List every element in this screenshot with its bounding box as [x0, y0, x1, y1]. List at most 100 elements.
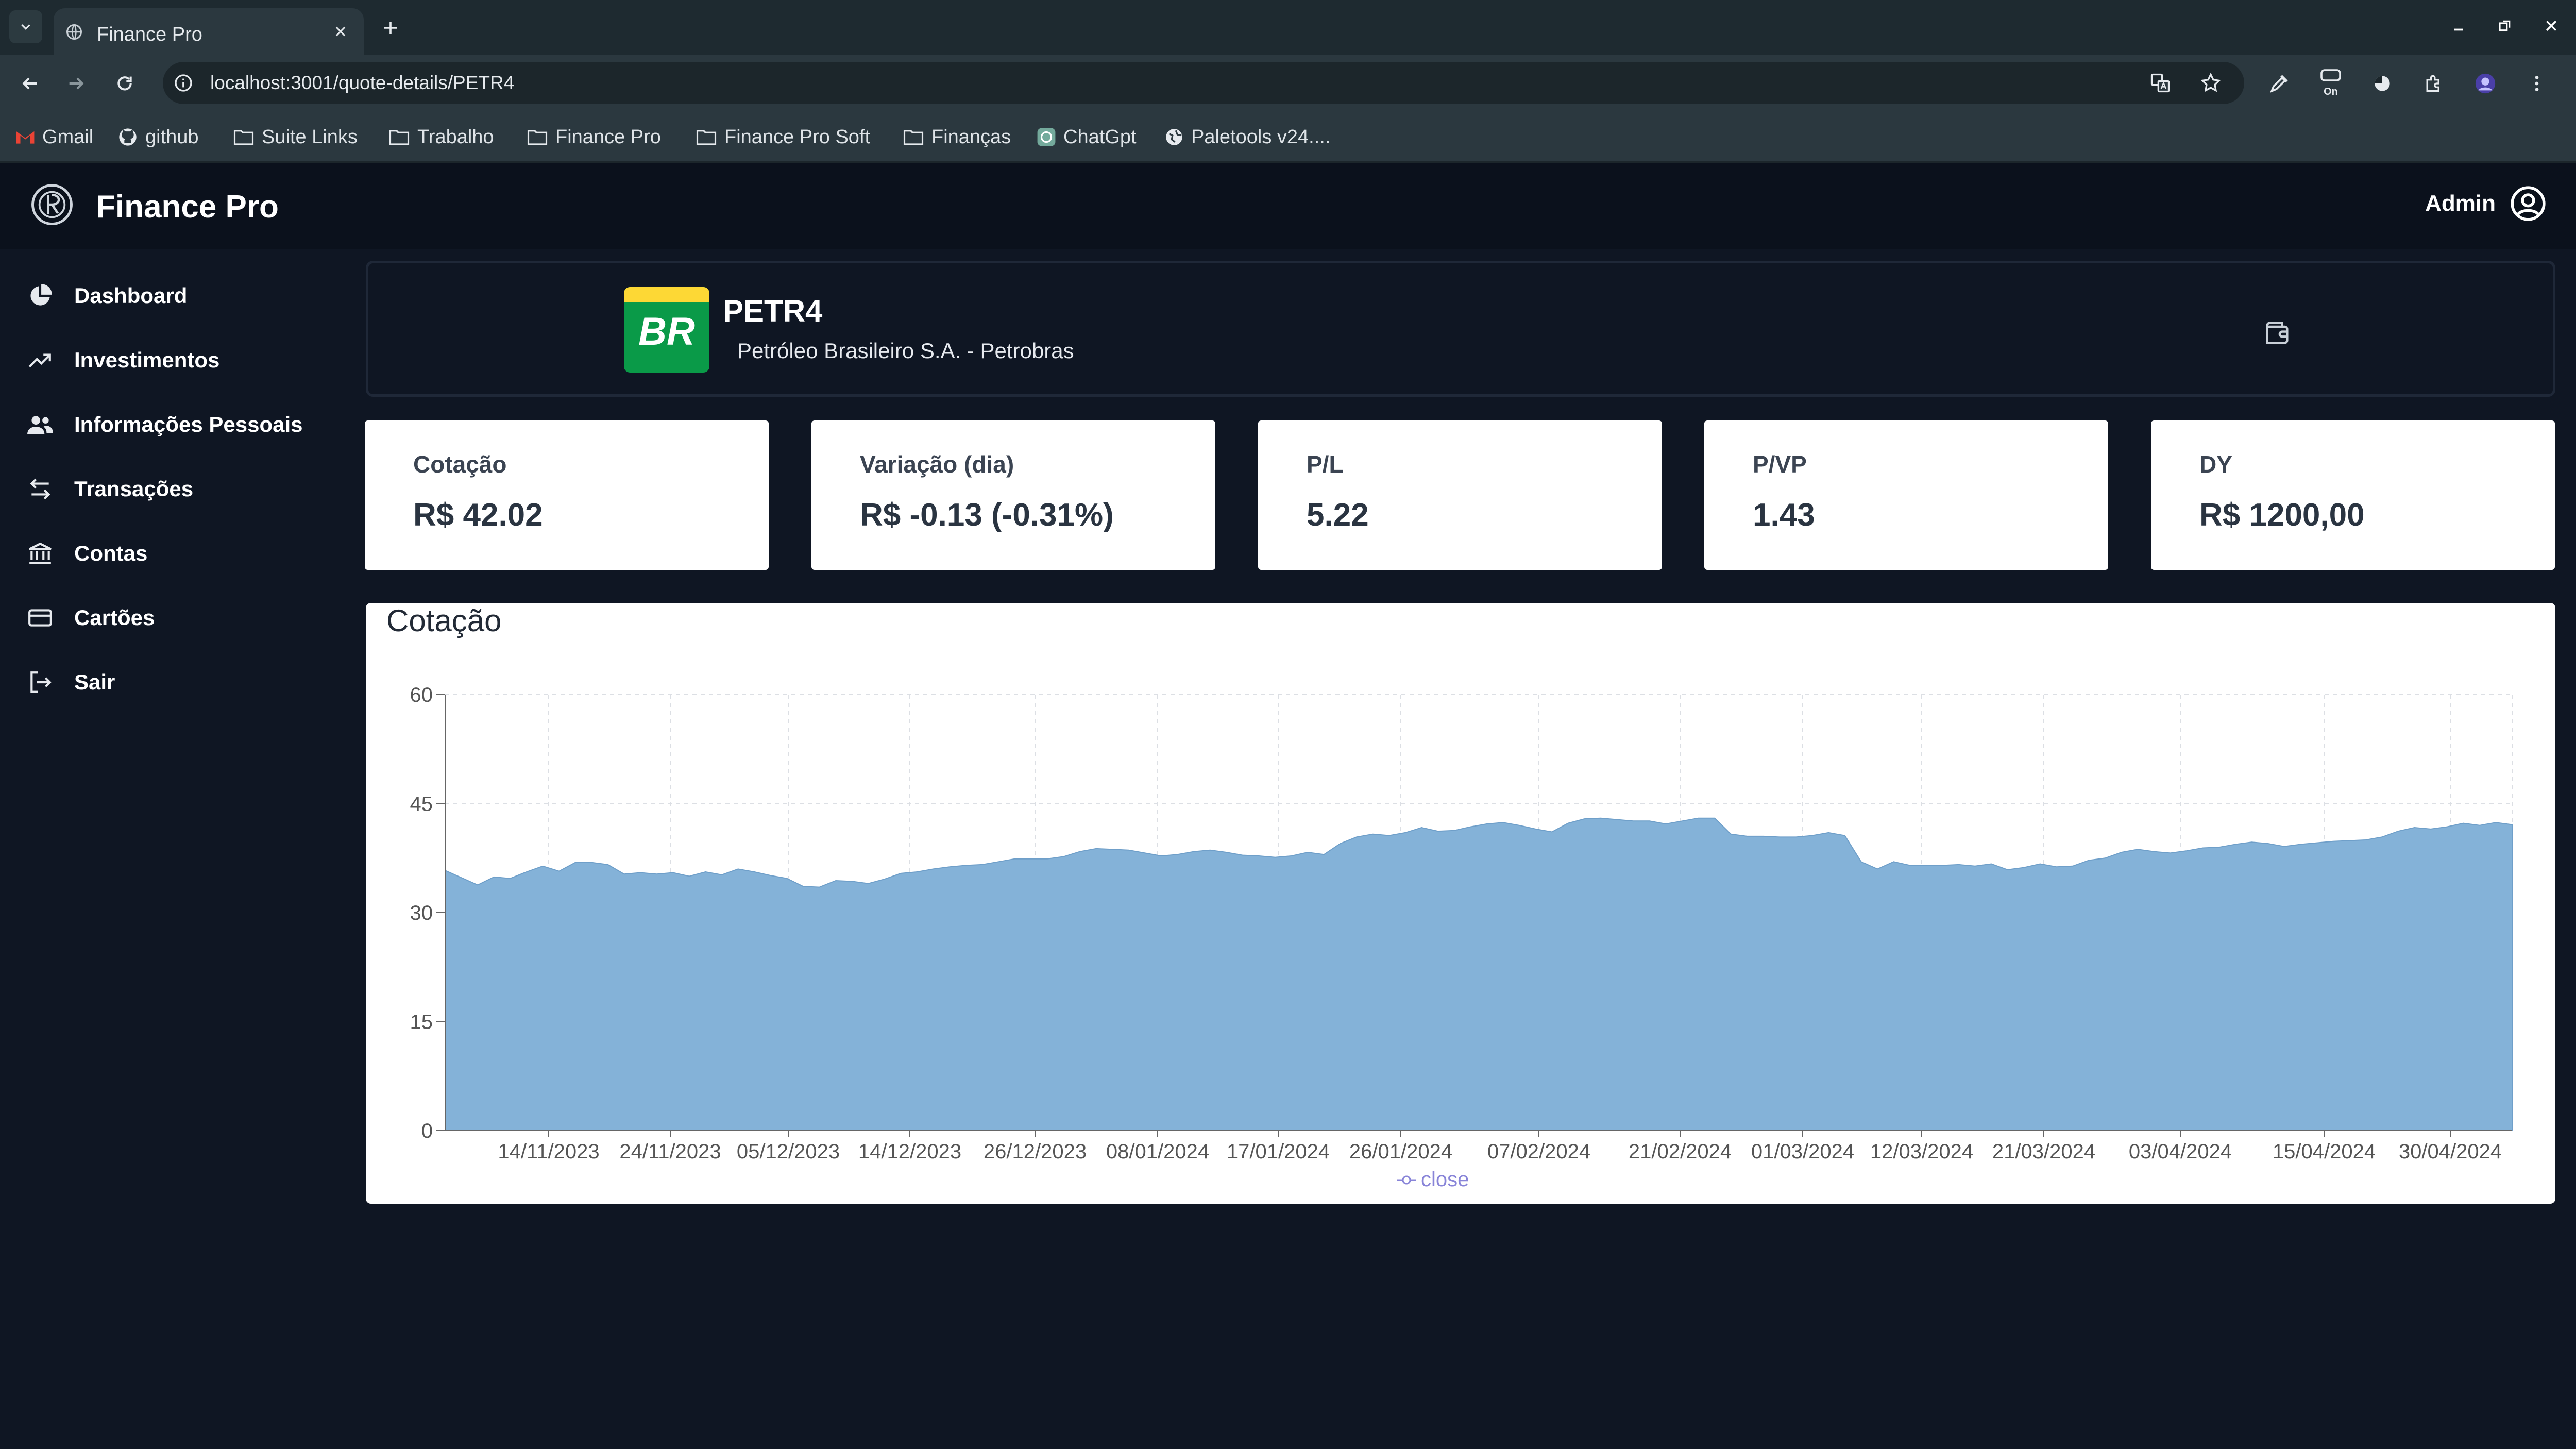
bookmark-finance-pro-soft[interactable]: Finance Pro Soft: [696, 123, 870, 151]
sidebar-item-label: Informações Pessoais: [74, 412, 303, 436]
y-tick-label: 15: [410, 1011, 433, 1034]
metric-label: Variação (dia): [860, 451, 1014, 478]
user-menu[interactable]: Admin: [2425, 184, 2547, 223]
bookmark-chatgpt[interactable]: ChatGpt: [1037, 123, 1137, 151]
sidebar-item-dashboard[interactable]: Dashboard: [25, 275, 187, 316]
restore-button[interactable]: [2490, 11, 2519, 40]
x-tick-label: 21/02/2024: [1629, 1140, 1732, 1163]
browser-menu-icon[interactable]: [2522, 67, 2551, 100]
arrow-left-icon: [22, 77, 37, 90]
reload-button[interactable]: [109, 68, 140, 99]
minimize-icon: [2454, 28, 2463, 31]
y-tick-label: 45: [410, 793, 433, 816]
bookmark-label: Finanças: [931, 126, 1011, 148]
bookmark-suite-links[interactable]: Suite Links: [233, 123, 358, 151]
x-tick-label: 17/01/2024: [1227, 1140, 1330, 1163]
price-chart-card: Cotação 0 15 30 45 60 14/11/2023 24/11/2023 05/…: [366, 603, 2555, 1204]
app-header: Finance Pro Admin: [0, 163, 2576, 249]
metric-value: R$ -0.13 (-0.31%): [860, 497, 1114, 533]
sidebar-item-label: Cartões: [74, 605, 155, 630]
pie-chart-icon: [25, 280, 56, 311]
bookmark-label: Trabalho: [417, 126, 494, 148]
site-info-icon[interactable]: [171, 71, 196, 95]
bookmarks-bar: Gmail github Suite Links Trabalho Financ…: [0, 111, 2576, 163]
url-text[interactable]: localhost:3001/quote-details/PETR4: [210, 72, 514, 94]
browser-tab-bar: Finance Pro: [0, 0, 2576, 55]
minimize-button[interactable]: [2444, 11, 2473, 40]
bookmark-finance-pro[interactable]: Finance Pro: [527, 123, 661, 151]
github-icon: [119, 128, 137, 146]
bookmark-label: Paletools v24....: [1191, 126, 1331, 148]
wallet-button[interactable]: [2259, 315, 2295, 351]
folder-icon: [389, 130, 410, 145]
user-circle-icon: [2511, 186, 2546, 221]
y-tick-label: 60: [410, 684, 433, 706]
eyedropper-extension-icon[interactable]: [2265, 67, 2294, 100]
x-tick-label: 26/12/2023: [984, 1140, 1087, 1163]
sidebar-item-cartoes[interactable]: Cartões: [25, 597, 155, 638]
metric-label: DY: [2199, 451, 2232, 478]
metric-value: 1.43: [1753, 497, 1815, 533]
x-tick-label: 07/02/2024: [1487, 1140, 1590, 1163]
bookmark-trabalho[interactable]: Trabalho: [388, 123, 494, 151]
sidebar-item-investimentos[interactable]: Investimentos: [25, 340, 219, 381]
sidebar-item-contas[interactable]: Contas: [25, 533, 147, 574]
x-tick-label: 24/11/2023: [619, 1140, 721, 1163]
close-window-button[interactable]: [2537, 11, 2566, 40]
price-chart[interactable]: 0 15 30 45 60 14/11/2023 24/11/2023 05/12/2023 1…: [366, 603, 2555, 1204]
legend-marker: [1402, 1175, 1411, 1185]
metric-value: 5.22: [1307, 497, 1369, 533]
svg-text:On: On: [2324, 86, 2338, 97]
close-icon: [335, 26, 346, 37]
bookmark-paletools[interactable]: Paletools v24....: [1164, 123, 1330, 151]
tab-close-button[interactable]: [329, 20, 352, 43]
stock-ticker: PETR4: [723, 294, 823, 328]
globe-icon: [1166, 129, 1182, 145]
folder-icon: [233, 130, 254, 145]
metric-value: R$ 42.02: [413, 497, 543, 533]
metric-label: P/L: [1307, 451, 1344, 478]
x-tick-label: 05/12/2023: [737, 1140, 840, 1163]
bookmark-gmail[interactable]: Gmail: [15, 123, 93, 151]
bookmark-github[interactable]: github: [117, 123, 199, 151]
x-tick-label: 21/03/2024: [1992, 1140, 2095, 1163]
bookmark-label: github: [145, 126, 199, 148]
folder-icon: [903, 130, 924, 145]
gmail-icon: [16, 131, 35, 144]
on-extension-icon[interactable]: On: [2316, 67, 2345, 100]
bookmark-star-icon[interactable]: [2198, 70, 2224, 96]
sidebar-item-sair[interactable]: Sair: [25, 662, 115, 703]
forward-button[interactable]: [61, 68, 92, 99]
close-icon: [2546, 21, 2556, 31]
new-tab-button[interactable]: [376, 13, 405, 42]
tab-search-button[interactable]: [9, 10, 42, 43]
credit-card-icon: [25, 602, 56, 633]
metric-card-cotacao: Cotação R$ 42.02: [365, 420, 769, 570]
arrow-right-icon: [69, 77, 84, 90]
address-bar[interactable]: localhost:3001/quote-details/PETR4: [163, 62, 2244, 104]
tab-title: Finance Pro: [97, 24, 202, 45]
brand-name[interactable]: Finance Pro: [96, 189, 279, 225]
wallet-icon: [2266, 322, 2289, 344]
sidebar-item-informacoes-pessoais[interactable]: Informações Pessoais: [25, 404, 303, 445]
sidebar-item-transacoes[interactable]: Transações: [25, 468, 193, 510]
y-tick-label: 30: [410, 902, 433, 924]
finance-logo-icon: [31, 184, 73, 225]
chatgpt-icon: [1037, 128, 1056, 146]
restore-icon: [2499, 20, 2511, 31]
metric-card-pvp: P/VP 1.43: [1704, 420, 2108, 570]
sidebar-item-label: Contas: [74, 541, 148, 565]
profile-avatar-icon[interactable]: [2471, 67, 2500, 100]
x-tick-label: 14/12/2023: [858, 1140, 961, 1163]
back-button[interactable]: [14, 68, 45, 99]
browser-toolbar: localhost:3001/quote-details/PETR4 On: [0, 55, 2576, 111]
trend-up-icon: [25, 345, 56, 376]
x-tick-label: 26/01/2024: [1349, 1140, 1452, 1163]
ball-extension-icon[interactable]: [2368, 67, 2397, 100]
bookmark-financas[interactable]: Finanças: [903, 123, 1011, 151]
metric-label: Cotação: [413, 451, 507, 478]
extensions-puzzle-icon[interactable]: [2419, 67, 2448, 100]
browser-tab[interactable]: Finance Pro: [54, 8, 364, 55]
x-tick-label: 03/04/2024: [2129, 1140, 2232, 1163]
translate-icon[interactable]: [2147, 70, 2173, 96]
